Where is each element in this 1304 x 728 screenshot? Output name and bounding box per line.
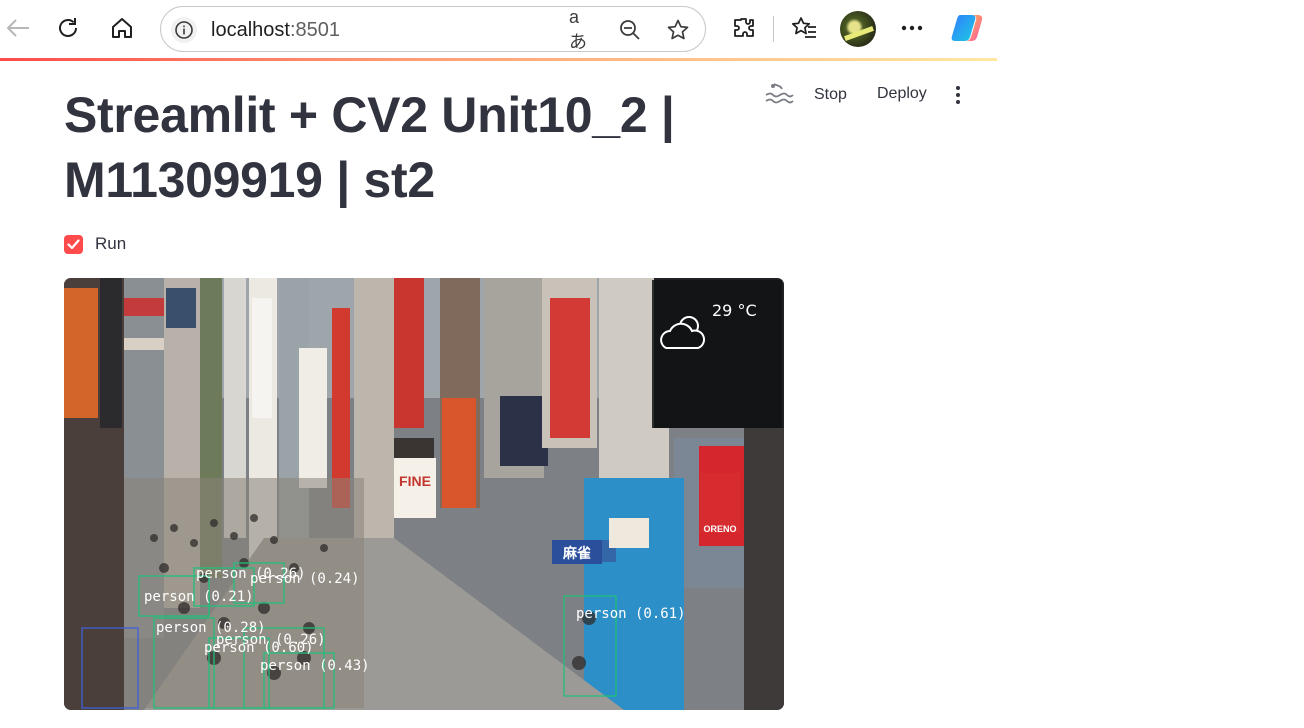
detection-label: person (0.43) <box>260 658 370 674</box>
stop-button[interactable]: Stop <box>814 86 847 104</box>
video-frame: FINE ORENO 麻雀 29 °C person (0.61) person… <box>64 278 784 710</box>
detection-label: person (0.26) <box>216 632 326 648</box>
weather-temperature: 29 °C <box>712 301 757 320</box>
url-text: localhost:8501 <box>211 19 340 42</box>
browser-window: localhost:8501 aあ Stop Deploy Streamlit … <box>0 0 997 728</box>
sign-fine: FINE <box>399 473 431 489</box>
streamlit-app: Stop Deploy Streamlit + CV2 Unit10_2 | M… <box>0 61 997 728</box>
zoom-out-icon[interactable] <box>617 17 643 43</box>
main-menu-icon[interactable] <box>946 81 970 109</box>
site-info-icon[interactable] <box>171 17 197 43</box>
address-bar[interactable]: localhost:8501 aあ <box>160 6 706 52</box>
detection-label: person (0.61) <box>576 606 686 622</box>
home-icon[interactable] <box>104 10 140 46</box>
refresh-icon[interactable] <box>50 10 86 46</box>
url-host: localhost <box>211 19 290 41</box>
more-options-icon[interactable] <box>894 10 930 46</box>
back-icon[interactable] <box>0 10 36 46</box>
detection-label: person (0.24) <box>250 571 360 587</box>
sign-mahjong: 麻雀 <box>562 545 591 562</box>
favorites-icon[interactable] <box>786 10 822 46</box>
page-title: Streamlit + CV2 Unit10_2 | M11309919 | s… <box>64 87 675 208</box>
sign-oreno: ORENO <box>703 524 736 534</box>
run-checkbox[interactable]: Run <box>64 233 126 255</box>
browser-toolbar: localhost:8501 aあ <box>0 0 997 58</box>
checkbox-label: Run <box>95 234 127 253</box>
url-port: :8501 <box>289 19 340 41</box>
profile-avatar[interactable] <box>840 11 876 47</box>
deploy-button[interactable]: Deploy <box>877 85 927 103</box>
toolbar-separator <box>773 16 774 42</box>
checkbox-checked-icon[interactable] <box>64 234 83 254</box>
read-aloud-icon[interactable]: aあ <box>569 7 595 52</box>
running-status-icon <box>764 80 794 110</box>
extensions-icon[interactable] <box>726 10 762 46</box>
street-scene-image: FINE ORENO 麻雀 29 °C person (0.61) person… <box>64 278 784 710</box>
detection-label: person (0.21) <box>144 589 254 605</box>
copilot-icon[interactable] <box>950 10 986 46</box>
favorite-star-icon[interactable] <box>665 17 691 43</box>
